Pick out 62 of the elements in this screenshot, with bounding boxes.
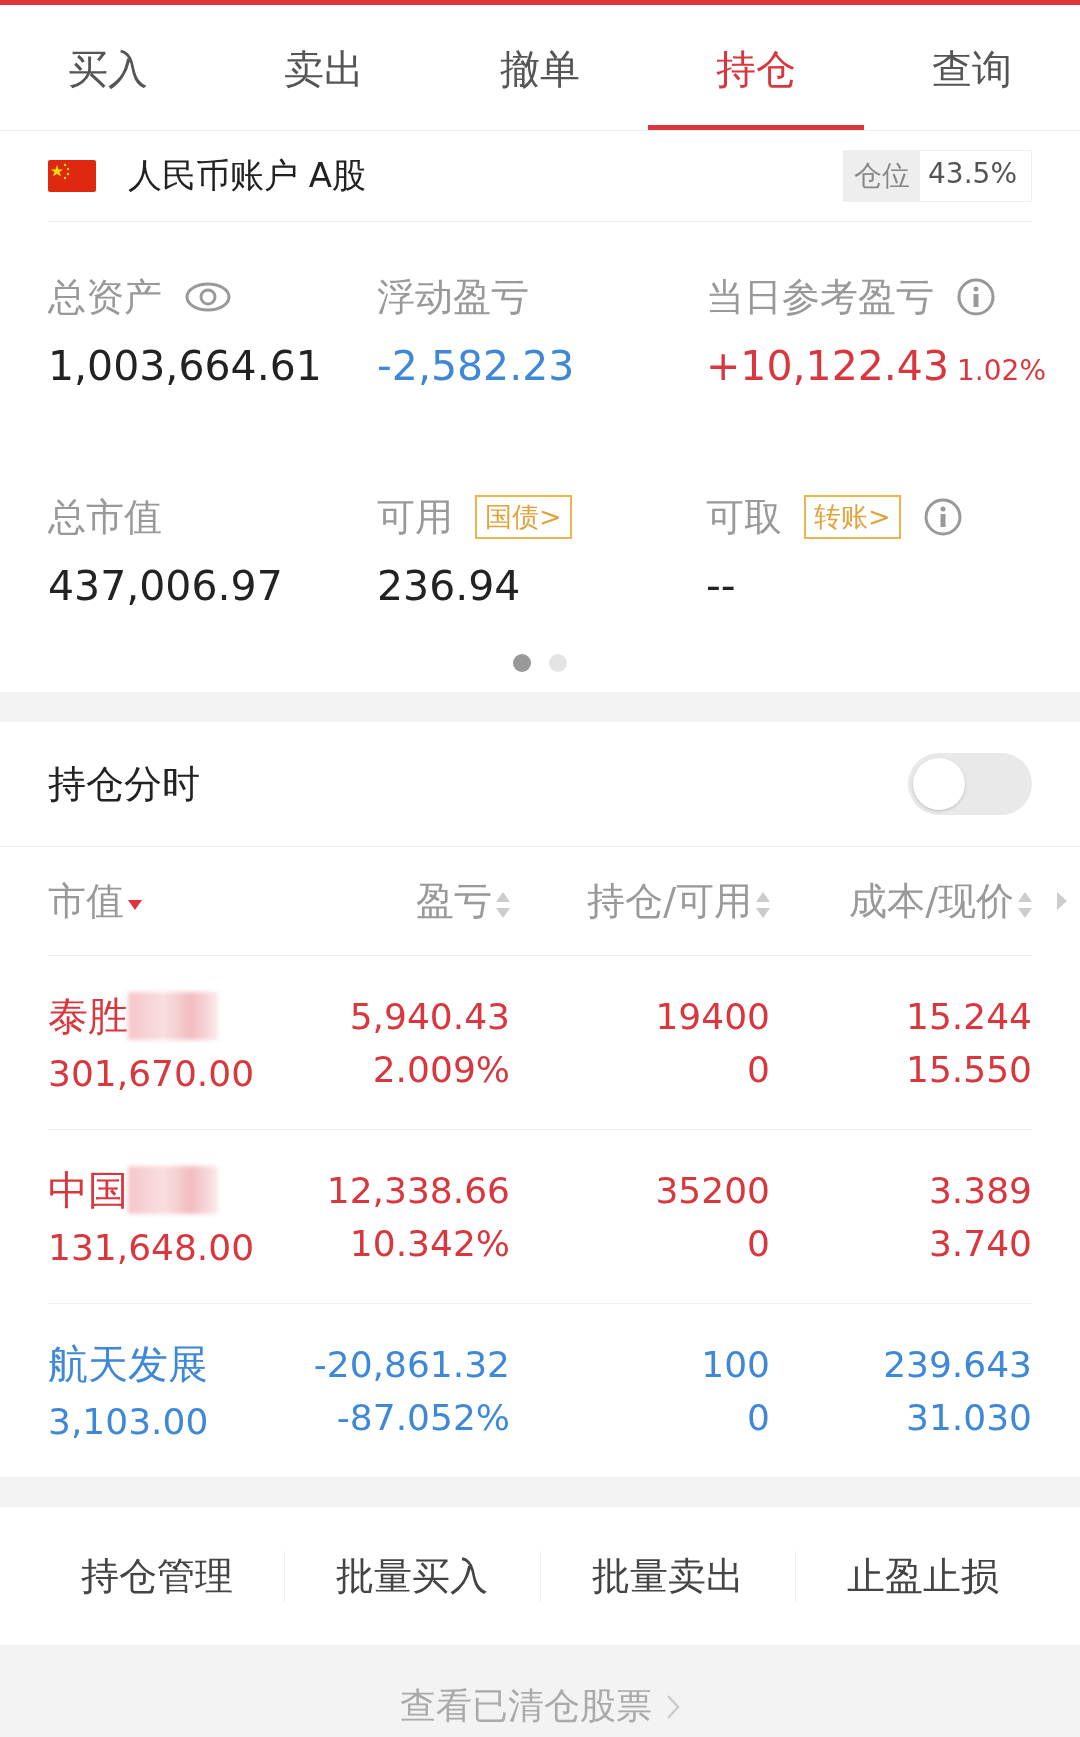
stat-label: 当日参考盈亏 [706, 273, 934, 321]
profit-loss-percent: -87.052% [336, 1396, 510, 1438]
stock-name[interactable]: 泰胜 [48, 988, 128, 1044]
account-name: 人民币账户 A股 [128, 154, 367, 197]
column-header[interactable]: 持仓/可用 [510, 875, 770, 927]
available-quantity: 0 [747, 1048, 770, 1090]
stat-label: 可用 [377, 493, 453, 541]
cost-price: 239.643 [883, 1343, 1032, 1385]
tab[interactable]: 卖出 [216, 5, 432, 130]
chevron-icon [666, 1693, 680, 1720]
market-value: 3,103.00 [48, 1401, 209, 1442]
info-icon[interactable] [956, 277, 996, 317]
stat-label: 总市值 [48, 493, 162, 541]
stat-value: 1,003,664.61 [48, 342, 322, 390]
action-button[interactable]: 批量卖出 [540, 1550, 796, 1602]
tab[interactable]: 撤单 [432, 5, 648, 130]
cost-price: 15.244 [906, 995, 1032, 1037]
profit-loss-percent: 2.009% [372, 1048, 510, 1090]
current-price: 3.740 [928, 1222, 1032, 1264]
action-button[interactable]: 批量买入 [285, 1550, 541, 1602]
market-value: 301,670.00 [48, 1053, 255, 1094]
cost-price: 3.389 [928, 1169, 1032, 1211]
info-icon[interactable] [922, 497, 963, 537]
available-quantity: 0 [747, 1222, 770, 1264]
position-label: 仓位 [844, 151, 921, 201]
tab[interactable]: 持仓 [648, 5, 864, 130]
position-value: 43.5% [927, 156, 1018, 192]
stock-name[interactable]: 中国 [48, 1162, 128, 1218]
eye-icon[interactable] [184, 281, 232, 313]
profit-loss: 5,940.43 [349, 995, 510, 1037]
flag-icon [48, 160, 96, 192]
holding-quantity: 100 [701, 1343, 770, 1385]
stat-value: +10,122.43 [706, 342, 950, 390]
action-button[interactable]: 持仓管理 [30, 1550, 286, 1602]
holding-quantity: 35200 [655, 1169, 770, 1211]
stat-percent: 1.02% [957, 354, 1046, 387]
stock-name[interactable]: 航天发展 [48, 1336, 208, 1392]
column-header[interactable]: 盈亏 [298, 875, 510, 927]
stat-label: 浮动盈亏 [377, 273, 529, 321]
tab[interactable]: 买入 [0, 5, 216, 130]
stat-label: 总资产 [48, 273, 162, 321]
stat-value: 236.94 [377, 562, 521, 610]
page-dot[interactable] [549, 654, 567, 672]
stat-label: 可取 [706, 493, 782, 541]
column-header[interactable]: 市值 [48, 875, 298, 927]
profit-loss-percent: 10.342% [349, 1222, 510, 1264]
stat-value: -- [706, 562, 736, 610]
current-price: 31.030 [906, 1396, 1032, 1438]
page-dot[interactable] [513, 654, 531, 672]
holding-quantity: 19400 [655, 995, 770, 1037]
column-header[interactable]: 成本/现价 [770, 875, 1032, 927]
profit-loss: -20,861.32 [313, 1343, 510, 1385]
tab[interactable]: 查询 [864, 5, 1080, 130]
profit-loss: 12,338.66 [326, 1169, 510, 1211]
current-price: 15.550 [906, 1048, 1032, 1090]
scroll-right-icon[interactable] [1056, 891, 1068, 911]
stat-value: -2,582.23 [377, 342, 575, 390]
action-button[interactable]: 止盈止损 [795, 1550, 1050, 1602]
available-quantity: 0 [747, 1396, 770, 1438]
stat-value: 437,006.97 [48, 562, 283, 610]
market-value: 131,648.00 [48, 1227, 255, 1268]
setting-label: 持仓分时 [48, 760, 200, 808]
